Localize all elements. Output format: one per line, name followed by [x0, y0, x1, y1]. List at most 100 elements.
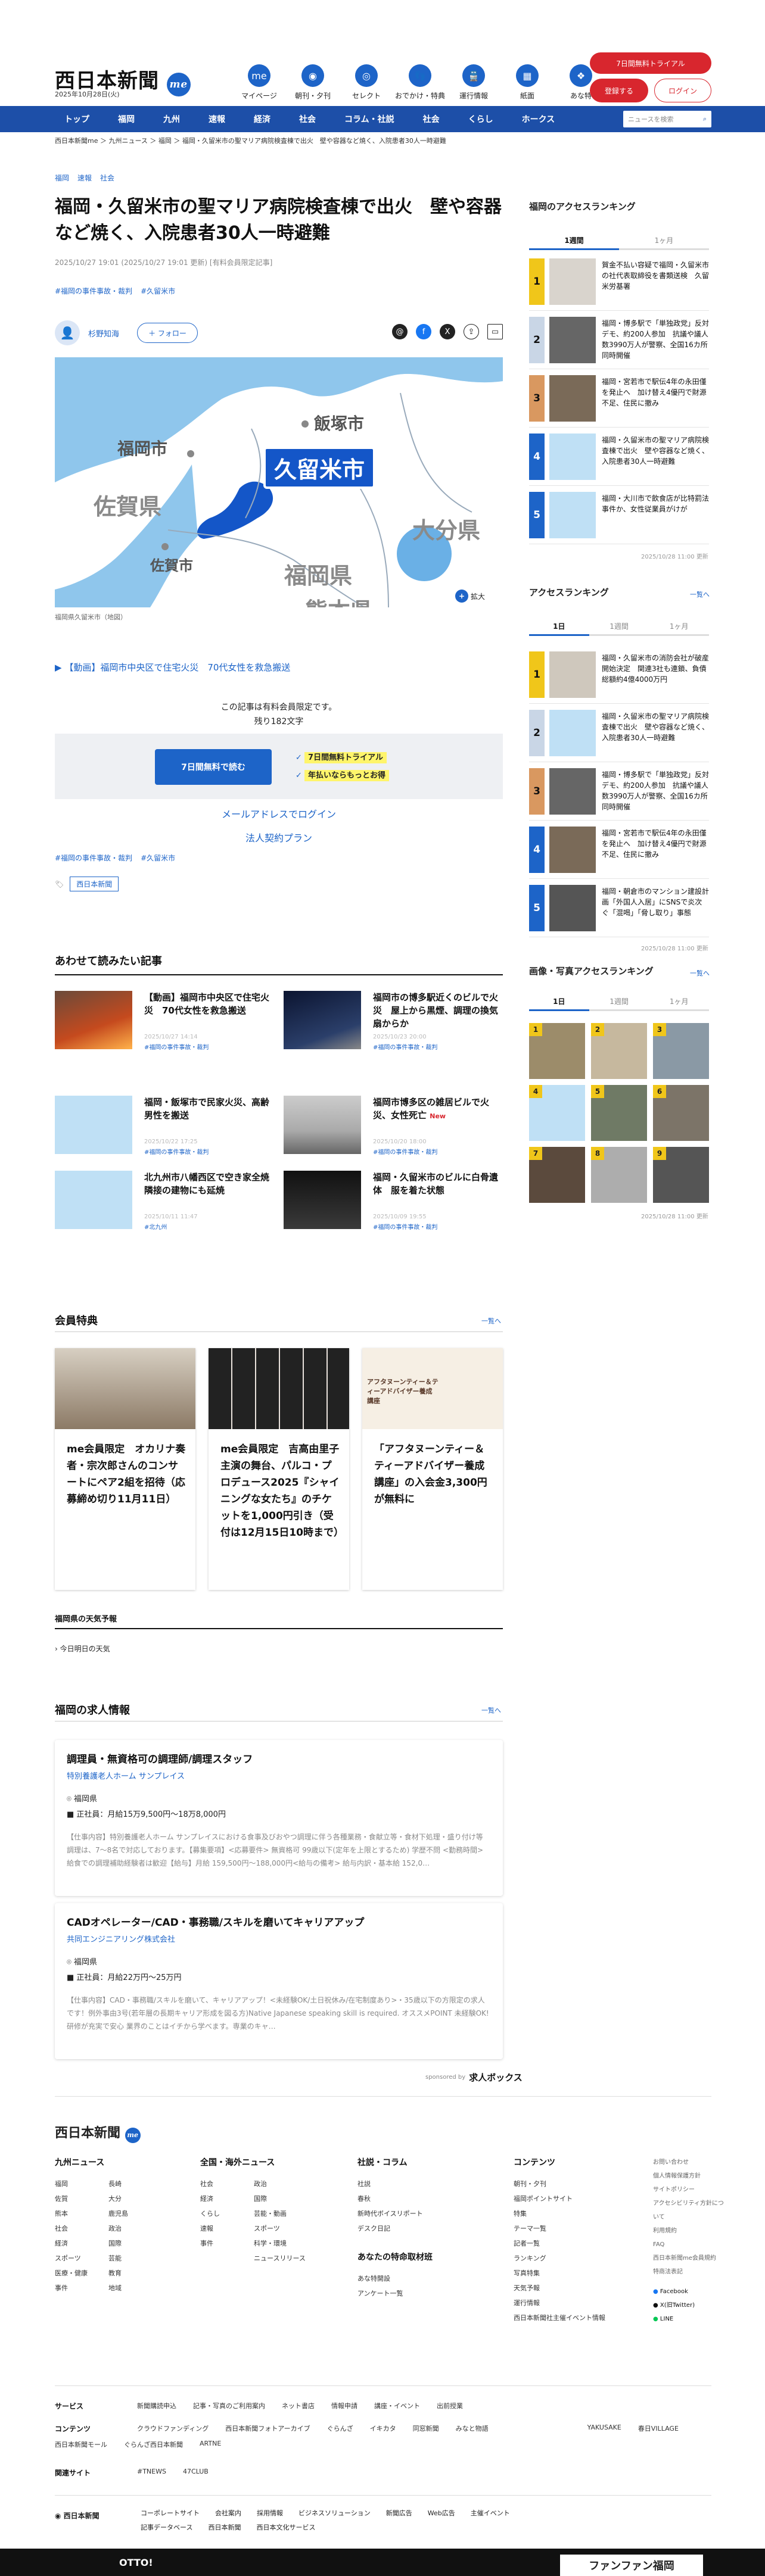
- tab-month[interactable]: 1ヶ月: [649, 993, 710, 1011]
- related-item[interactable]: 福岡・飯塚市で民家火災、高齢男性を搬送 2025/10/22 17:25 #福岡…: [55, 1096, 274, 1162]
- nav-item-column[interactable]: コラム・社説: [330, 106, 409, 132]
- publisher-tag[interactable]: 西日本新聞: [70, 877, 119, 891]
- ranking-item[interactable]: 2 福岡・博多駅で「単独政党」反対デモ、約200人参加 抗議や議人数3990万人が…: [529, 317, 709, 369]
- author-name[interactable]: 杉野知海: [88, 328, 119, 339]
- nav-item-kyushu[interactable]: 九州: [149, 106, 194, 132]
- ranking-thumbnail: [549, 651, 596, 698]
- threads-icon[interactable]: @: [392, 324, 408, 339]
- email-login-link[interactable]: メールアドレスでログイン: [55, 803, 503, 827]
- photo-tile[interactable]: 9: [653, 1147, 709, 1203]
- free-trial-button[interactable]: 7日間無料で読む: [155, 749, 272, 785]
- nav-item-top[interactable]: トップ: [50, 106, 104, 132]
- related-item[interactable]: 福岡市博多区の雑居ビルで火災、女性死亡 New 2025/10/20 18:00…: [284, 1096, 503, 1162]
- nav-search-input[interactable]: ニュースを検索 ⌕: [623, 111, 711, 127]
- photo-tile[interactable]: 3: [653, 1023, 709, 1079]
- access-ranking-more[interactable]: 一覧へ: [690, 590, 710, 599]
- weather-link[interactable]: › 今日明日の天気: [55, 1643, 110, 1654]
- ranking-item[interactable]: 4 福岡・久留米市の聖マリア病院検査棟で出火 壁や容器など焼く、入院患者30人一時…: [529, 434, 709, 486]
- ranking-item[interactable]: 5 福岡・朝倉市のマンション建設計画「外国人入居」にSNSで炎次ぐ「混喝」「脅し取…: [529, 885, 709, 937]
- related-item[interactable]: 【動画】福岡市中央区で住宅火災 70代女性を救急搬送 2025/10/27 14…: [55, 991, 274, 1058]
- photo-tile[interactable]: 8: [591, 1147, 647, 1203]
- nav-item-society[interactable]: 社会: [285, 106, 330, 132]
- tag-breaking[interactable]: 速報: [77, 173, 92, 183]
- related-item[interactable]: 北九州市八幡西区で空き家全焼 隣接の建物にも延焼 2025/10/11 11:4…: [55, 1171, 278, 1237]
- related-item[interactable]: 福岡市の博多駅近くのビルで火災 屋上から黒煙、調理の換気扇からか 2025/10…: [284, 991, 503, 1058]
- ranking-item[interactable]: 1 賀金不払い容疑で福岡・久留米市の社代表取締役を書類送検 久留米労基署: [529, 258, 709, 311]
- photo-tile[interactable]: 2: [591, 1023, 647, 1079]
- photo-tile[interactable]: 5: [591, 1085, 647, 1141]
- tab-month[interactable]: 1ヶ月: [649, 618, 710, 636]
- perk-card[interactable]: me会員限定 オカリナ奏者・宗次郎さんのコンサートにペア2組を招待（応募締め切り…: [55, 1348, 195, 1590]
- share-icon[interactable]: ⇪: [464, 324, 479, 339]
- line-link[interactable]: ● LINE: [653, 2312, 724, 2326]
- tab-week[interactable]: 1週間: [589, 618, 649, 636]
- paywall-box: 7日間無料で読む ✓ 7日間無料トライアル ✓ 年払いならもっとお得: [55, 734, 503, 799]
- hashtag[interactable]: #久留米市: [141, 853, 175, 863]
- ranking-item[interactable]: 1 福岡・久留米市の消防会社が破産開始決定 関連3社も連鎖、負債総額約4億4000…: [529, 651, 709, 704]
- ranking-item[interactable]: 2 福岡・久留米市の聖マリア病院検査棟で出火 壁や容器など焼く、入院患者30人一時…: [529, 710, 709, 762]
- photo-tile[interactable]: 1: [529, 1023, 585, 1079]
- job-card[interactable]: CADオペレーター/CAD・事務職/スキルを磨いてキャリアアップ 共同エンジニア…: [55, 1903, 503, 2059]
- register-button[interactable]: 登録する: [590, 79, 648, 102]
- facebook-icon[interactable]: f: [416, 324, 431, 339]
- ranking-item[interactable]: 4 福岡・宮若市で駅伝4年の永田僅を発止へ 加け替え4優円で財源不足、住民に撤み: [529, 827, 709, 879]
- nav-item-life[interactable]: くらし: [454, 106, 508, 132]
- related-item[interactable]: 福岡・久留米市のビルに白骨遺体 服を着た状態 2025/10/09 19:55 …: [284, 1171, 503, 1237]
- nav-outing[interactable]: 👣 おでかけ・特典: [394, 64, 446, 101]
- bookmark-icon[interactable]: ▭: [487, 324, 503, 339]
- photo-ranking-heading: 画像・写真アクセスランキング: [529, 966, 654, 977]
- perks-more-link[interactable]: 一覧へ: [481, 1316, 501, 1326]
- perk-card[interactable]: me会員限定 吉高由里子主演の舞台、パルコ・プロデュース2025『シャイニングな…: [209, 1348, 349, 1590]
- tab-day[interactable]: 1日: [529, 618, 589, 636]
- nav-item-fukuoka[interactable]: 福岡: [104, 106, 149, 132]
- map-zoom-button[interactable]: + 拡大: [455, 590, 485, 603]
- photo-ranking-more[interactable]: 一覧へ: [690, 968, 710, 978]
- site-header: 西日本新聞 me 2025年10月28日(火) me マイページ ◉ 朝刊・夕刊 ◎…: [0, 0, 765, 106]
- facebook-link[interactable]: ● Facebook: [653, 2285, 724, 2299]
- ranking-item[interactable]: 5 福岡・大川市で飲食店が比特罰法事件か、女性従業員がけが: [529, 492, 709, 544]
- photo-tile[interactable]: 4: [529, 1085, 585, 1141]
- tag-fukuoka[interactable]: 福岡: [55, 173, 69, 183]
- ranking-item[interactable]: 3 福岡・宮若市で駅伝4年の永田僅を発止へ 加け替え4優円で財源不足、住民に撤み: [529, 375, 709, 428]
- x-icon[interactable]: X: [440, 324, 455, 339]
- hashtag[interactable]: #福岡の事件事故・裁判: [55, 286, 132, 296]
- photo-tile[interactable]: 7: [529, 1147, 585, 1203]
- login-button[interactable]: ログイン: [654, 79, 711, 102]
- tab-month[interactable]: 1ヶ月: [619, 232, 709, 250]
- bottom-ad-bar[interactable]: OTTO! ファンファン福岡: [0, 2549, 765, 2576]
- jobs-more-link[interactable]: 一覧へ: [481, 1705, 501, 1715]
- article-map[interactable]: 飯塚市 福岡市 久留米市 佐賀県 佐賀市 福岡県 大分県 熊本県 西日 +拡大: [55, 357, 503, 607]
- company-logo[interactable]: ◉ 西日本新聞: [55, 2510, 99, 2521]
- kyujinbox-logo[interactable]: 求人ボックス: [469, 2071, 523, 2084]
- hashtag[interactable]: #久留米市: [141, 286, 175, 296]
- perk-card[interactable]: アフタヌーンティー＆ティーアドバイザー養成講座 「アフタヌーンティー＆ティーアド…: [362, 1348, 503, 1590]
- video-link[interactable]: ▶ 【動画】福岡市中央区で住宅火災 70代女性を救急搬送: [55, 661, 290, 673]
- tab-week[interactable]: 1週間: [529, 232, 619, 250]
- map-caption: 福岡県久留米市（地図）: [55, 613, 127, 621]
- follow-button[interactable]: ＋ フォロー: [137, 323, 198, 343]
- nav-item-hawks[interactable]: ホークス: [508, 106, 570, 132]
- hashtag[interactable]: #福岡の事件事故・裁判: [55, 853, 132, 863]
- corporate-plan-link[interactable]: 法人契約プラン: [55, 827, 503, 850]
- photo-tile[interactable]: 6: [653, 1085, 709, 1141]
- nav-item-society2[interactable]: 社会: [409, 106, 454, 132]
- footer-logo[interactable]: 西日本新聞 me: [55, 2122, 141, 2143]
- nav-papers[interactable]: ◉ 朝刊・夕刊: [287, 64, 338, 101]
- breadcrumb[interactable]: 西日本新聞me ＞ 九州ニュース ＞ 福岡 ＞ 福岡・久留米市の聖マリア病院検査…: [55, 136, 446, 145]
- nav-transit[interactable]: 🚆 運行情報: [448, 64, 499, 101]
- trial-pill[interactable]: 7日間無料トライアル: [590, 52, 711, 74]
- tag-society[interactable]: 社会: [100, 173, 114, 183]
- ranking-item[interactable]: 3 福岡・博多駅で「単独政党」反対デモ、約200人参加 抗議や議人数3990万人が…: [529, 768, 709, 821]
- nav-mypage[interactable]: me マイページ: [234, 64, 285, 101]
- search-icon[interactable]: ⌕: [703, 115, 707, 123]
- tab-day[interactable]: 1日: [529, 993, 589, 1011]
- tab-week[interactable]: 1週間: [589, 993, 649, 1011]
- nav-item-breaking[interactable]: 速報: [194, 106, 240, 132]
- author-avatar[interactable]: 👤: [55, 320, 80, 345]
- job-card[interactable]: 調理員・無資格可の調理師/調理スタッフ 特別養護老人ホーム サンプレイス ⌾ 福…: [55, 1740, 503, 1896]
- nav-item-economy[interactable]: 経済: [240, 106, 285, 132]
- nav-select[interactable]: ◎ セレクト: [341, 64, 392, 101]
- check-icon: ✓: [296, 771, 305, 780]
- x-link[interactable]: ● X(旧Twitter): [653, 2299, 724, 2312]
- nav-paper-view[interactable]: ▦ 紙面: [502, 64, 553, 101]
